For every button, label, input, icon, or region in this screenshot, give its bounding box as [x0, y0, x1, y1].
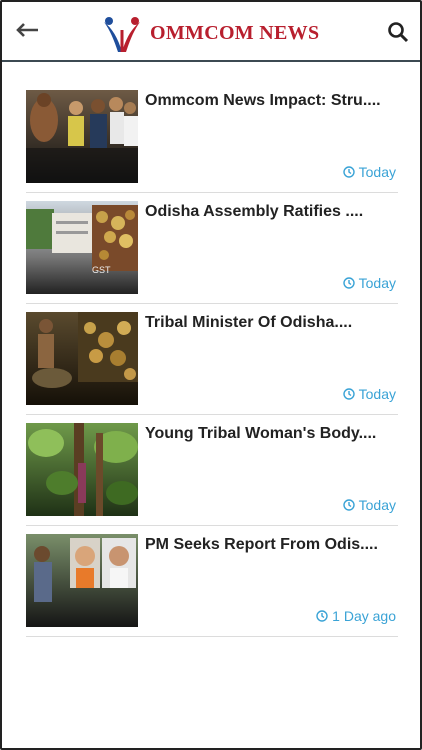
news-time-label: Today [358, 164, 396, 180]
news-title[interactable]: Young Tribal Woman's Body.... [145, 425, 398, 443]
logo-mark-icon [104, 17, 140, 52]
news-time-label: Today [358, 386, 396, 402]
news-title[interactable]: PM Seeks Report From Odis.... [145, 536, 398, 554]
news-item[interactable]: GST Odisha Assembly Ratifies .... Today [26, 193, 398, 304]
thumb-label: GST [92, 265, 111, 275]
news-thumbnail [26, 423, 138, 516]
news-title[interactable]: Ommcom News Impact: Stru.... [145, 92, 398, 110]
news-time-label: Today [358, 275, 396, 291]
news-thumbnail [26, 534, 138, 627]
app-header: OMMCOM NEWS [2, 2, 420, 62]
news-timestamp: Today [342, 497, 396, 513]
news-timestamp: Today [342, 386, 396, 402]
news-list: Ommcom News Impact: Stru.... Today GST O… [26, 82, 398, 637]
news-item[interactable]: PM Seeks Report From Odis.... 1 Day ago [26, 526, 398, 637]
news-item[interactable]: Tribal Minister Of Odisha.... Today [26, 304, 398, 415]
clock-icon [342, 499, 355, 511]
news-title[interactable]: Odisha Assembly Ratifies .... [145, 203, 398, 221]
news-thumbnail: GST [26, 201, 138, 294]
news-title[interactable]: Tribal Minister Of Odisha.... [145, 314, 398, 332]
search-button[interactable] [386, 20, 410, 44]
news-thumbnail [26, 312, 138, 405]
news-time-label: Today [358, 497, 396, 513]
brand-logo[interactable]: OMMCOM NEWS [100, 12, 319, 54]
news-item[interactable]: Young Tribal Woman's Body.... Today [26, 415, 398, 526]
news-timestamp: Today [342, 275, 396, 291]
search-icon [388, 22, 409, 43]
brand-name: OMMCOM NEWS [150, 21, 320, 44]
news-timestamp: Today [342, 164, 396, 180]
clock-icon [316, 610, 328, 622]
clock-icon [342, 388, 355, 400]
arrow-left-icon [16, 23, 38, 37]
clock-icon [342, 166, 355, 178]
news-thumbnail [26, 90, 138, 183]
news-time-label: 1 Day ago [332, 608, 396, 624]
back-button[interactable] [14, 18, 42, 42]
news-timestamp: 1 Day ago [316, 608, 396, 624]
clock-icon [342, 277, 355, 289]
news-item[interactable]: Ommcom News Impact: Stru.... Today [26, 82, 398, 193]
